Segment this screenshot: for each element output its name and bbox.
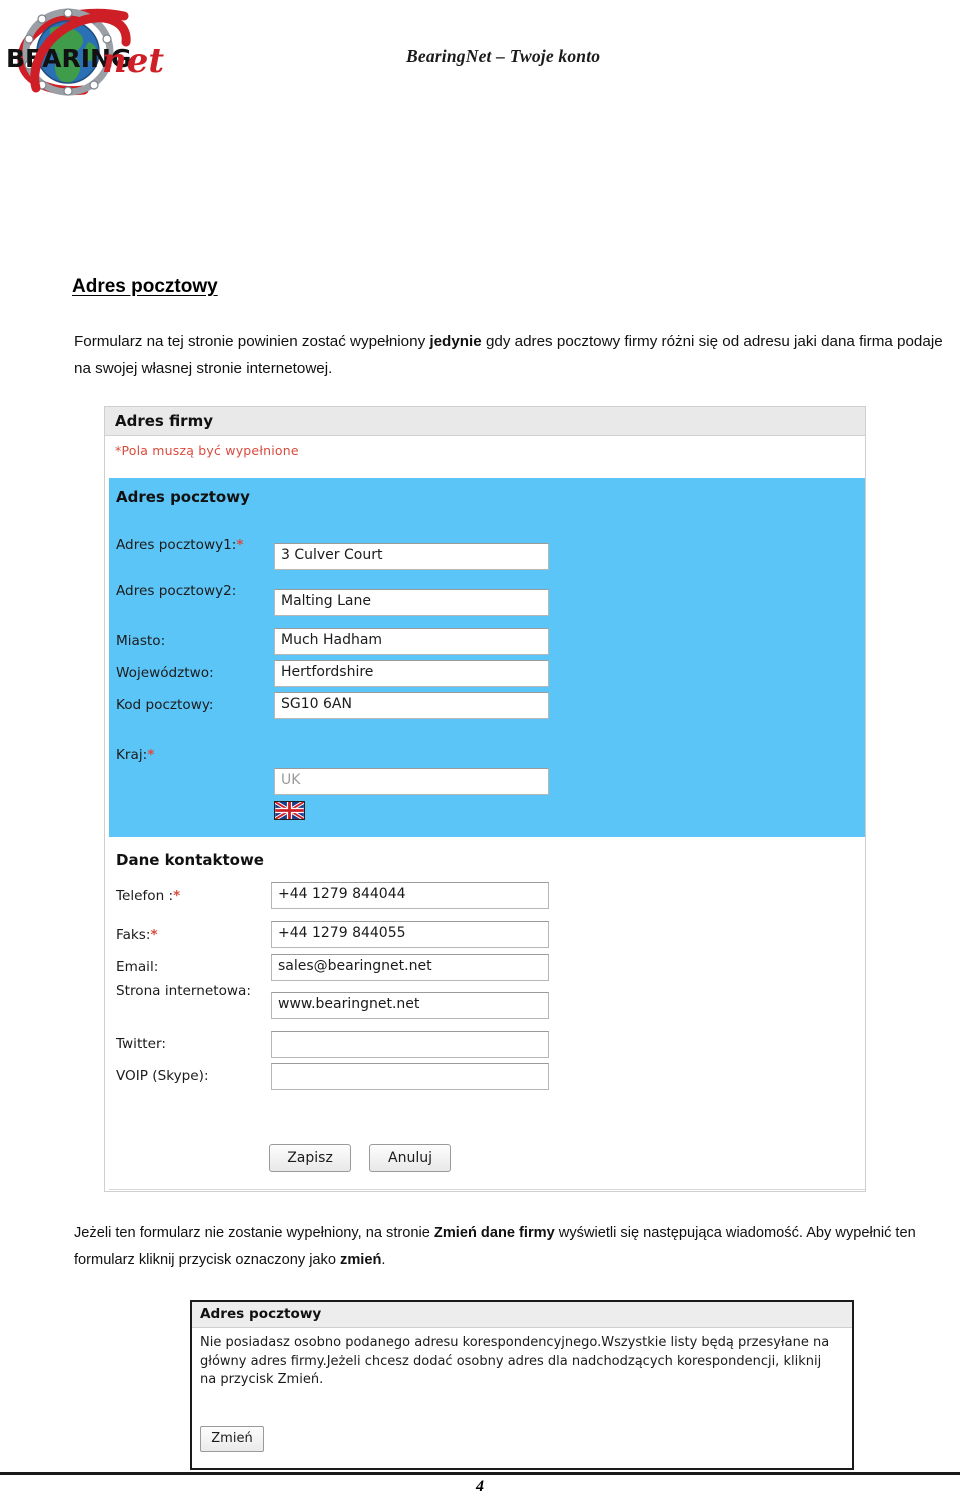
company-address-form-screenshot: Adres firmy *Pola muszą być wypełnione A… [104, 406, 866, 1192]
cancel-button[interactable]: Anuluj [369, 1144, 451, 1172]
label-text: Adres pocztowy1: [116, 537, 237, 553]
form-window-title: Adres firmy [115, 412, 213, 430]
logo-text-net: net [102, 41, 164, 81]
required-asterisk: * [173, 888, 181, 904]
input-adres-pocztowy1[interactable]: 3 Culver Court [274, 543, 549, 570]
label-adres-pocztowy2: Adres pocztowy2: [116, 583, 237, 599]
change-button[interactable]: Zmień [200, 1426, 264, 1452]
input-faks[interactable]: +44 1279 844055 [271, 921, 549, 948]
label-strona-internetowa: Strona internetowa: [116, 983, 251, 999]
label-wojewodztwo: Województwo: [116, 665, 214, 681]
input-telefon[interactable]: +44 1279 844044 [271, 882, 549, 909]
input-adres-pocztowy2[interactable]: Malting Lane [274, 589, 549, 616]
label-telefon: Telefon :* [116, 887, 276, 905]
contact-details-section: Dane kontaktowe Telefon :* +44 1279 8440… [109, 841, 865, 1152]
contact-details-section-title: Dane kontaktowe [116, 851, 264, 869]
intro-emphasis: jedynie [429, 333, 482, 350]
label-adres-pocztowy1: Adres pocztowy1:* [116, 536, 271, 554]
footer-divider [0, 1472, 960, 1475]
label-kod-pocztowy: Kod pocztowy: [116, 697, 214, 713]
postal-address-section: Adres pocztowy Adres pocztowy1:* 3 Culve… [109, 478, 865, 837]
explanatory-paragraph: Jeżeli ten formularz nie zostanie wypełn… [74, 1220, 934, 1274]
message-window-titlebar: Adres pocztowy [192, 1302, 852, 1328]
mid-text-1: Jeżeli ten formularz nie zostanie wypełn… [74, 1225, 434, 1241]
input-strona-internetowa[interactable]: www.bearingnet.net [271, 992, 549, 1019]
input-kod-pocztowy[interactable]: SG10 6AN [274, 692, 549, 719]
required-asterisk: * [150, 927, 158, 943]
form-bottom-divider [109, 1189, 865, 1190]
input-kraj[interactable]: UK [274, 768, 549, 795]
label-faks: Faks:* [116, 926, 276, 944]
uk-flag-icon [274, 801, 305, 820]
intro-text-1: Formularz na tej stronie powinien zostać… [74, 333, 430, 350]
label-email: Email: [116, 959, 159, 975]
mid-emphasis-1: Zmień dane firmy [433, 1225, 555, 1241]
input-email[interactable]: sales@bearingnet.net [271, 954, 549, 981]
input-twitter[interactable] [271, 1031, 549, 1058]
logo-globe-icon: BEARING net [6, 8, 164, 96]
message-window-title: Adres pocztowy [200, 1306, 322, 1322]
input-wojewodztwo[interactable]: Hertfordshire [274, 660, 549, 687]
label-kraj: Kraj:* [116, 746, 271, 764]
label-miasto: Miasto: [116, 633, 166, 649]
form-window-titlebar: Adres firmy [105, 407, 865, 436]
required-fields-note: *Pola muszą być wypełnione [115, 443, 299, 458]
label-voip-skype: VOIP (Skype): [116, 1068, 209, 1084]
page-number: 4 [476, 1478, 484, 1495]
mid-text-3: . [381, 1252, 386, 1268]
label-text: Telefon : [116, 888, 174, 904]
page-title: BearingNet – Twoje konto [406, 46, 601, 66]
section-heading: Adres pocztowy [72, 276, 218, 297]
form-button-row: Zapisz Anuluj [105, 1144, 865, 1184]
input-voip-skype[interactable] [271, 1063, 549, 1090]
required-asterisk: * [147, 747, 155, 763]
mid-emphasis-2: zmień [340, 1252, 382, 1268]
label-twitter: Twitter: [116, 1036, 166, 1052]
label-text: Kraj: [116, 747, 148, 763]
intro-paragraph: Formularz na tej stronie powinien zostać… [74, 328, 960, 382]
postal-address-section-title: Adres pocztowy [116, 488, 250, 506]
required-asterisk: * [236, 537, 244, 553]
postal-address-message-screenshot: Adres pocztowy Nie posiadasz osobno poda… [190, 1300, 854, 1470]
bearingnet-logo: BEARING net [6, 8, 164, 96]
message-body-text: Nie posiadasz osobno podanego adresu kor… [200, 1335, 830, 1387]
input-miasto[interactable]: Much Hadham [274, 628, 549, 655]
save-button[interactable]: Zapisz [269, 1144, 351, 1172]
page-header: BEARING net BearingNet – Twoje konto [0, 0, 960, 110]
label-text: Faks: [116, 927, 151, 943]
